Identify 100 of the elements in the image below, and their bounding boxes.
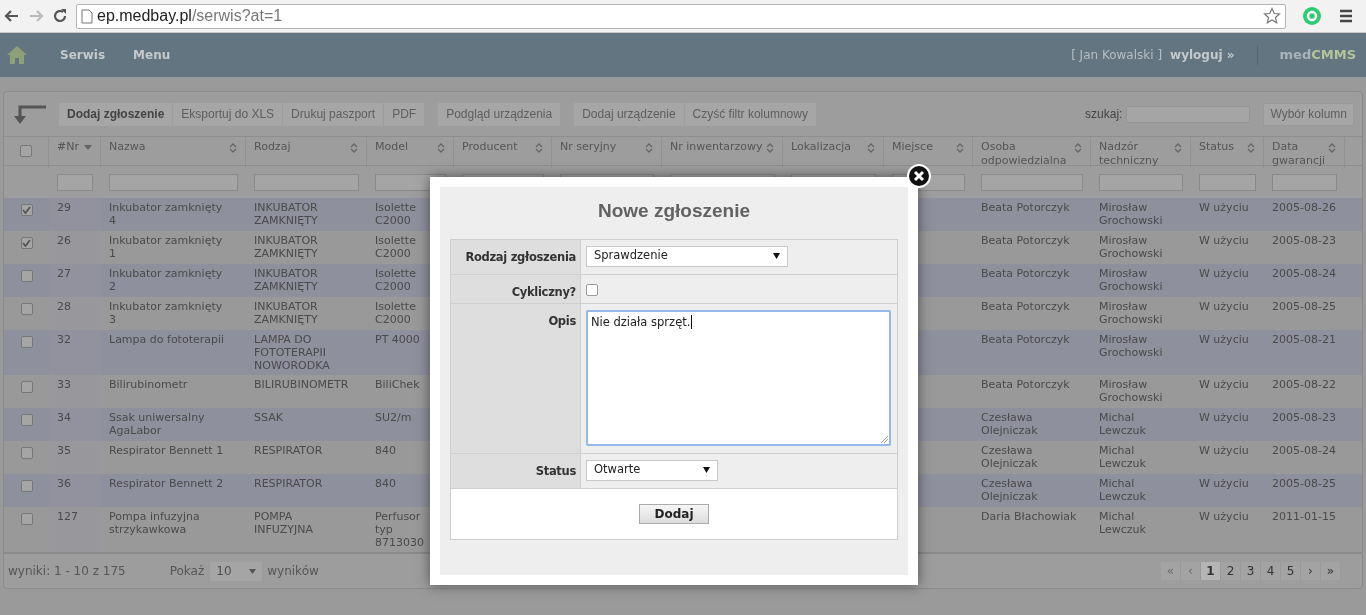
table-cell-text: Perfusor typ 8713030 [375,510,425,549]
table-cell-text: RESPIRATOR [254,477,324,490]
star-icon[interactable] [1263,7,1281,25]
row-checkbox[interactable] [20,381,33,393]
reload-icon[interactable] [52,8,68,24]
row-checkbox[interactable] [20,414,33,426]
column-header[interactable]: Producent [454,137,552,168]
column-header[interactable]: Model [367,137,454,168]
dropdown-field[interactable]: Sprawdzenie [586,245,788,267]
page-button[interactable]: › [1301,562,1321,580]
columns-button[interactable]: Wybór kolumn [1263,102,1354,126]
column-header[interactable]: #Nr [49,137,101,168]
table-cell: Czesława Olejniczak [981,444,1038,470]
table-cell: W użyciu [1199,300,1249,313]
dialog-title: Nowe zgłoszenie [597,199,751,223]
table-cell-text: INKUBATOR ZAMKNIĘTY [254,234,319,260]
field-label: Opis [548,313,576,328]
submit-button[interactable]: Dodaj [639,503,709,524]
row-checkbox[interactable] [20,480,33,492]
home-icon[interactable] [6,44,28,66]
column-header[interactable]: Nazwa [101,137,246,168]
row-checkbox[interactable] [20,336,33,348]
address-bar[interactable]: ep.medbay.pl/serwis?at=1 [76,3,1286,29]
column-header[interactable]: Rodzaj [246,137,367,168]
table-cell: 2011-01-15 [1272,510,1336,523]
forward-icon[interactable] [28,8,44,24]
nav-link[interactable]: Serwis [60,46,106,64]
column-header[interactable]: Osoba odpowiedzialna [973,137,1091,168]
description-field[interactable]: Nie działa sprzęt. [586,309,891,446]
page-size-select[interactable]: 10 [210,561,263,581]
checkmark-icon [22,206,31,214]
page-button[interactable]: 3 [1241,562,1261,580]
page-button[interactable]: 5 [1281,562,1301,580]
row-checkbox[interactable] [20,204,33,216]
table-cell: 127 [57,510,78,523]
filter-field[interactable] [1099,173,1183,191]
table-cell-text: BiliChek [375,378,421,391]
filter-field[interactable] [981,173,1083,191]
table-cell-text: Ssak uniwersalny AgaLabor [109,411,206,437]
logout-link[interactable]: wyloguj » [1170,46,1235,64]
table-cell-text: Inkubator zamknięty 1 [109,234,224,260]
filter-field[interactable] [109,173,238,191]
table-cell: 32 [57,333,71,346]
nav-link[interactable]: Menu [133,46,171,64]
table-cell: W użyciu [1199,267,1249,280]
column-header[interactable]: Nr seryjny [552,137,662,168]
menu-icon[interactable] [1338,8,1354,24]
column-header[interactable]: Nadzór techniczny [1091,137,1191,168]
row-checkbox[interactable] [20,237,33,249]
toolbar-button[interactable]: PDF [384,102,425,126]
table-cell: 2005-08-24 [1272,444,1336,457]
back-arrow-icon[interactable] [12,103,48,125]
filter-field[interactable] [57,173,93,191]
table-cell-text: Respirator Bennett 2 [109,477,225,490]
column-header[interactable]: Nr inwentarzowy [662,137,783,168]
row-checkbox[interactable] [20,513,33,525]
page-button[interactable]: 4 [1261,562,1281,580]
caret-icon [773,253,780,259]
field-label: Cykliczny? [511,284,576,299]
column-header[interactable]: Lokalizacja [783,137,884,168]
toolbar-button[interactable]: Dodaj zgłoszenie [59,102,173,126]
page-button[interactable]: » [1321,562,1341,580]
page-button[interactable]: 2 [1221,562,1241,580]
table-cell: 35 [57,444,71,457]
filter-field[interactable] [254,173,359,191]
table-cell: 33 [57,378,71,391]
table-cell-text: SU2/m [375,411,413,424]
caret-icon [249,568,257,574]
url-text: ep.medbay.pl/serwis?at=1 [97,6,284,26]
toolbar-button[interactable]: Eksportuj do XLS [173,102,283,126]
table-cell-text: 840 [375,444,397,457]
table-cell: 2005-08-25 [1272,300,1336,313]
checkbox[interactable] [586,283,598,296]
select-all-checkbox[interactable] [20,145,32,157]
row-checkbox[interactable] [20,270,33,282]
table-cell-text: Inkubator zamknięty 2 [109,267,224,293]
row-checkbox[interactable] [20,447,33,459]
brand-logo: medCMMS [1279,46,1356,65]
extension-icon[interactable] [1302,6,1322,26]
table-cell: 2005-08-22 [1272,378,1336,391]
filter-field[interactable] [1199,173,1256,191]
row-checkbox[interactable] [20,303,33,315]
filter-field[interactable] [1272,173,1337,191]
close-icon[interactable] [907,164,931,188]
results-count: wyniki: 1 - 10 z 175 [8,563,126,580]
toolbar-button[interactable]: Drukuj paszport [283,102,384,126]
table-cell: 2005-08-21 [1272,333,1336,346]
table-cell-text: Respirator Bennett 1 [109,444,225,457]
table-cell: Beata Potorczyk [981,300,1070,313]
page-button[interactable]: 1 [1201,562,1221,580]
table-cell-text: Isolette C2000 [375,234,417,260]
toolbar-button[interactable]: Podgląd urządzenia [438,102,561,126]
toolbar-button[interactable]: Dodaj urządzenie [574,102,684,126]
dropdown-field[interactable]: Otwarte [586,459,718,481]
column-header[interactable]: Data gwarancji [1264,137,1345,168]
column-header[interactable]: Status [1191,137,1264,168]
back-icon[interactable] [4,8,20,24]
table-cell: Mirosław Grochowski [1099,201,1163,227]
table-cell: Mirosław Grochowski [1099,378,1163,404]
toolbar-button[interactable]: Czyść filtr kolumnowy [684,102,816,126]
